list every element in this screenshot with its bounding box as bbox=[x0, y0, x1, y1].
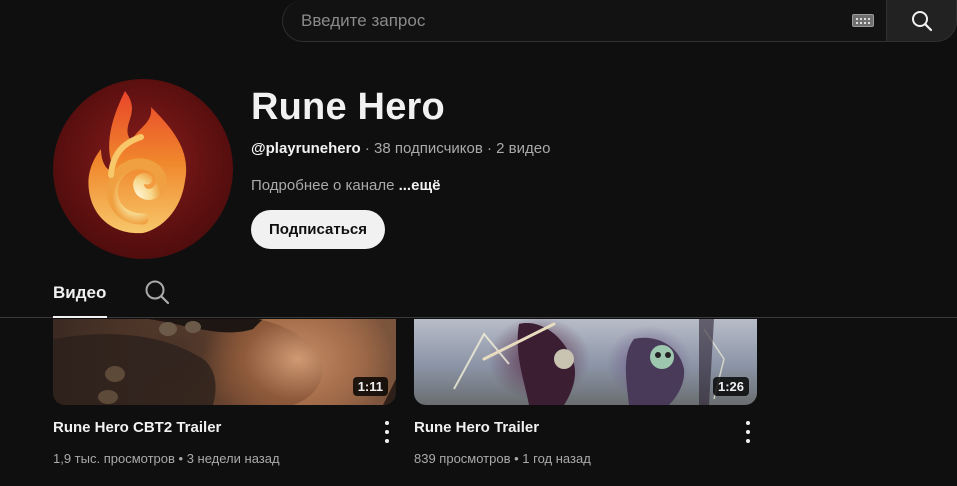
tab-videos[interactable]: Видео bbox=[53, 268, 106, 318]
search-input[interactable] bbox=[301, 10, 841, 31]
video-title[interactable]: Rune Hero Trailer bbox=[414, 419, 539, 436]
video-thumbnail[interactable]: 1:11 bbox=[53, 319, 396, 405]
active-tab-indicator bbox=[53, 316, 107, 318]
channel-title: Rune Hero bbox=[251, 86, 445, 128]
video-title[interactable]: Rune Hero CBT2 Trailer bbox=[53, 419, 221, 436]
description-text: Подробнее о канале bbox=[251, 177, 399, 194]
channel-meta: @playrunehero · 38 подписчиков · 2 видео bbox=[251, 140, 550, 157]
more-options-icon[interactable] bbox=[381, 421, 393, 443]
video-meta: 839 просмотров • 1 год назад bbox=[414, 451, 591, 466]
view-count: 1,9 тыс. просмотров bbox=[53, 451, 175, 466]
flame-logo-icon bbox=[88, 91, 187, 234]
search-button[interactable] bbox=[886, 0, 957, 42]
meta-separator: · bbox=[360, 140, 374, 157]
thumbnail-art bbox=[53, 319, 396, 405]
upload-age: 1 год назад bbox=[522, 451, 591, 466]
meta-separator: · bbox=[482, 140, 497, 157]
search-icon bbox=[911, 10, 932, 31]
subscriber-count: 38 подписчиков bbox=[374, 140, 483, 157]
video-count: 2 видео bbox=[496, 140, 551, 157]
upload-age: 3 недели назад bbox=[186, 451, 280, 466]
video-thumbnail[interactable]: 1:26 bbox=[414, 319, 757, 405]
video-meta: 1,9 тыс. просмотров • 3 недели назад bbox=[53, 451, 280, 466]
video-duration: 1:26 bbox=[712, 377, 749, 396]
video-duration: 1:11 bbox=[352, 377, 388, 396]
more-options-icon[interactable] bbox=[742, 421, 754, 443]
channel-handle[interactable]: @playrunehero bbox=[251, 140, 361, 157]
view-count: 839 просмотров bbox=[414, 451, 511, 466]
channel-description[interactable]: Подробнее о канале ...ещё bbox=[251, 177, 440, 194]
keyboard-icon[interactable] bbox=[852, 14, 874, 27]
channel-tabs: Видео bbox=[0, 268, 957, 318]
subscribe-button[interactable]: Подписаться bbox=[251, 210, 385, 249]
channel-avatar[interactable] bbox=[53, 79, 233, 259]
more-link[interactable]: ...ещё bbox=[399, 177, 441, 194]
search-bar bbox=[282, 0, 886, 42]
thumbnail-art bbox=[453, 319, 725, 405]
channel-page: Rune Hero @playrunehero · 38 подписчиков… bbox=[0, 0, 957, 486]
search-icon[interactable] bbox=[143, 278, 171, 306]
